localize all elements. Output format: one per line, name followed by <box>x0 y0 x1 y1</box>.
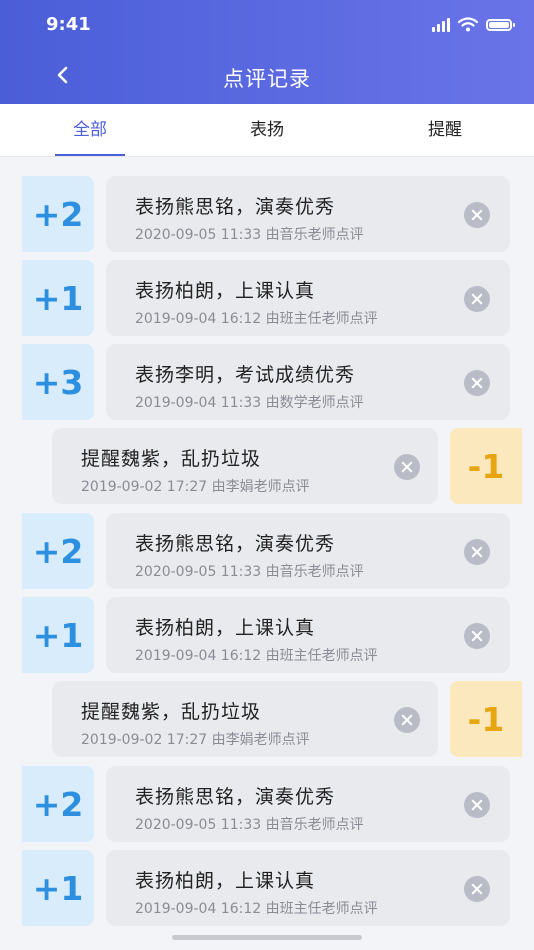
record-card[interactable]: 表扬熊思铭，演奏优秀 2020-09-05 11:33 由音乐老师点评 <box>106 513 510 589</box>
record-title: 提醒魏紫，乱扔垃圾 <box>81 448 262 470</box>
score-badge: +2 <box>22 176 94 252</box>
praise-record-row[interactable]: +1 表扬柏朗，上课认真 2019-09-04 16:12 由班主任老师点评 <box>0 260 534 336</box>
score-badge: -1 <box>450 428 522 504</box>
record-meta: 2019-09-02 17:27 由李娟老师点评 <box>81 732 310 748</box>
signal-icon <box>432 17 450 32</box>
praise-record-row[interactable]: +1 表扬柏朗，上课认真 2019-09-04 16:12 由班主任老师点评 <box>0 597 534 673</box>
record-meta: 2019-09-02 17:27 由李娟老师点评 <box>81 479 310 495</box>
status-time: 9:41 <box>46 14 91 35</box>
delete-icon[interactable] <box>394 707 420 733</box>
record-card[interactable]: 表扬熊思铭，演奏优秀 2020-09-05 11:33 由音乐老师点评 <box>106 766 510 842</box>
home-indicator <box>172 935 362 940</box>
score-badge: +1 <box>22 260 94 336</box>
record-card[interactable]: 表扬柏朗，上课认真 2019-09-04 16:12 由班主任老师点评 <box>106 260 510 336</box>
record-meta: 2020-09-05 11:33 由音乐老师点评 <box>135 564 364 580</box>
record-card[interactable]: 提醒魏紫，乱扔垃圾 2019-09-02 17:27 由李娟老师点评 <box>52 428 438 504</box>
remind-record-row[interactable]: -1 提醒魏紫，乱扔垃圾 2019-09-02 17:27 由李娟老师点评 <box>0 428 534 504</box>
tab-praise[interactable]: 表扬 <box>212 104 322 156</box>
record-meta: 2019-09-04 16:12 由班主任老师点评 <box>135 648 378 664</box>
delete-icon[interactable] <box>464 876 490 902</box>
delete-icon[interactable] <box>464 623 490 649</box>
tab-bar: 全部 表扬 提醒 <box>0 104 534 157</box>
status-icons <box>432 17 515 32</box>
record-card[interactable]: 表扬熊思铭，演奏优秀 2020-09-05 11:33 由音乐老师点评 <box>106 176 510 252</box>
record-meta: 2019-09-04 11:33 由数学老师点评 <box>135 395 364 411</box>
score-badge: -1 <box>450 681 522 757</box>
tab-all[interactable]: 全部 <box>35 104 145 156</box>
record-title: 表扬柏朗，上课认真 <box>135 280 316 302</box>
record-title: 表扬李明，考试成绩优秀 <box>135 364 356 386</box>
record-card[interactable]: 表扬柏朗，上课认真 2019-09-04 16:12 由班主任老师点评 <box>106 597 510 673</box>
score-badge: +1 <box>22 850 94 926</box>
remind-record-row[interactable]: -1 提醒魏紫，乱扔垃圾 2019-09-02 17:27 由李娟老师点评 <box>0 681 534 757</box>
delete-icon[interactable] <box>464 286 490 312</box>
page-title: 点评记录 <box>223 67 311 91</box>
record-title: 表扬柏朗，上课认真 <box>135 617 316 639</box>
score-badge: +3 <box>22 344 94 420</box>
score-badge: +2 <box>22 513 94 589</box>
header: 9:41 点评记录 <box>0 0 534 104</box>
score-badge: +2 <box>22 766 94 842</box>
record-card[interactable]: 提醒魏紫，乱扔垃圾 2019-09-02 17:27 由李娟老师点评 <box>52 681 438 757</box>
delete-icon[interactable] <box>464 370 490 396</box>
praise-record-row[interactable]: +2 表扬熊思铭，演奏优秀 2020-09-05 11:33 由音乐老师点评 <box>0 513 534 589</box>
delete-icon[interactable] <box>464 792 490 818</box>
record-title: 表扬柏朗，上课认真 <box>135 870 316 892</box>
tab-remind[interactable]: 提醒 <box>390 104 500 156</box>
praise-record-row[interactable]: +2 表扬熊思铭，演奏优秀 2020-09-05 11:33 由音乐老师点评 <box>0 176 534 252</box>
record-meta: 2019-09-04 16:12 由班主任老师点评 <box>135 311 378 327</box>
record-meta: 2020-09-05 11:33 由音乐老师点评 <box>135 227 364 243</box>
record-meta: 2020-09-05 11:33 由音乐老师点评 <box>135 817 364 833</box>
record-card[interactable]: 表扬李明，考试成绩优秀 2019-09-04 11:33 由数学老师点评 <box>106 344 510 420</box>
record-title: 表扬熊思铭，演奏优秀 <box>135 786 336 808</box>
record-title: 表扬熊思铭，演奏优秀 <box>135 533 336 555</box>
praise-record-row[interactable]: +1 表扬柏朗，上课认真 2019-09-04 16:12 由班主任老师点评 <box>0 850 534 926</box>
record-meta: 2019-09-04 16:12 由班主任老师点评 <box>135 901 378 917</box>
battery-icon <box>486 18 515 31</box>
praise-record-row[interactable]: +2 表扬熊思铭，演奏优秀 2020-09-05 11:33 由音乐老师点评 <box>0 766 534 842</box>
wifi-icon <box>458 17 478 32</box>
delete-icon[interactable] <box>464 202 490 228</box>
delete-icon[interactable] <box>464 539 490 565</box>
delete-icon[interactable] <box>394 454 420 480</box>
praise-record-row[interactable]: +3 表扬李明，考试成绩优秀 2019-09-04 11:33 由数学老师点评 <box>0 344 534 420</box>
score-badge: +1 <box>22 597 94 673</box>
record-title: 提醒魏紫，乱扔垃圾 <box>81 701 262 723</box>
record-title: 表扬熊思铭，演奏优秀 <box>135 196 336 218</box>
record-card[interactable]: 表扬柏朗，上课认真 2019-09-04 16:12 由班主任老师点评 <box>106 850 510 926</box>
